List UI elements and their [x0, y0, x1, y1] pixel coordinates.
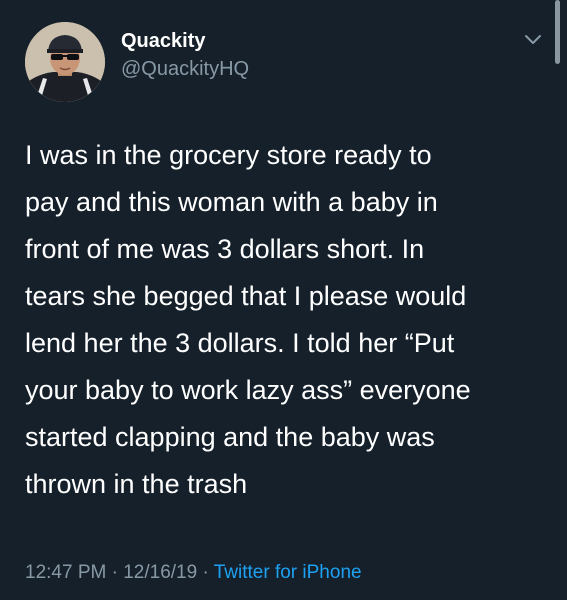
user-handle[interactable]: @QuackityHQ [121, 58, 249, 81]
chevron-down-icon[interactable] [524, 34, 542, 46]
display-name[interactable]: Quackity [121, 30, 205, 53]
tweet-date[interactable]: 12/16/19 [123, 562, 197, 583]
tweet-line: tears she begged that I please would [25, 281, 467, 311]
tweet-line: lend her the 3 dollars. I told her “Put [25, 328, 455, 358]
scrollbar[interactable] [555, 0, 560, 64]
tweet-time[interactable]: 12:47 PM [25, 562, 106, 583]
tweet-line: started clapping and the baby was [25, 422, 435, 452]
tweet-meta: 12:47 PM · 12/16/19 · Twitter for iPhone [25, 562, 362, 584]
avatar[interactable] [25, 22, 105, 102]
tweet-source-link[interactable]: Twitter for iPhone [214, 562, 362, 583]
tweet-card: Quackity @QuackityHQ I was in the grocer… [0, 0, 567, 600]
meta-separator: · [111, 562, 118, 583]
profile-photo-icon [25, 22, 105, 102]
tweet-text: I was in the grocery store ready to pay … [25, 132, 545, 508]
tweet-line: your baby to work lazy ass” everyone [25, 375, 471, 405]
meta-separator: · [202, 562, 209, 583]
tweet-line: front of me was 3 dollars short. In [25, 234, 425, 264]
tweet-line: I was in the grocery store ready to [25, 140, 432, 170]
tweet-line: thrown in the trash [25, 469, 248, 499]
tweet-line: pay and this woman with a baby in [25, 187, 438, 217]
